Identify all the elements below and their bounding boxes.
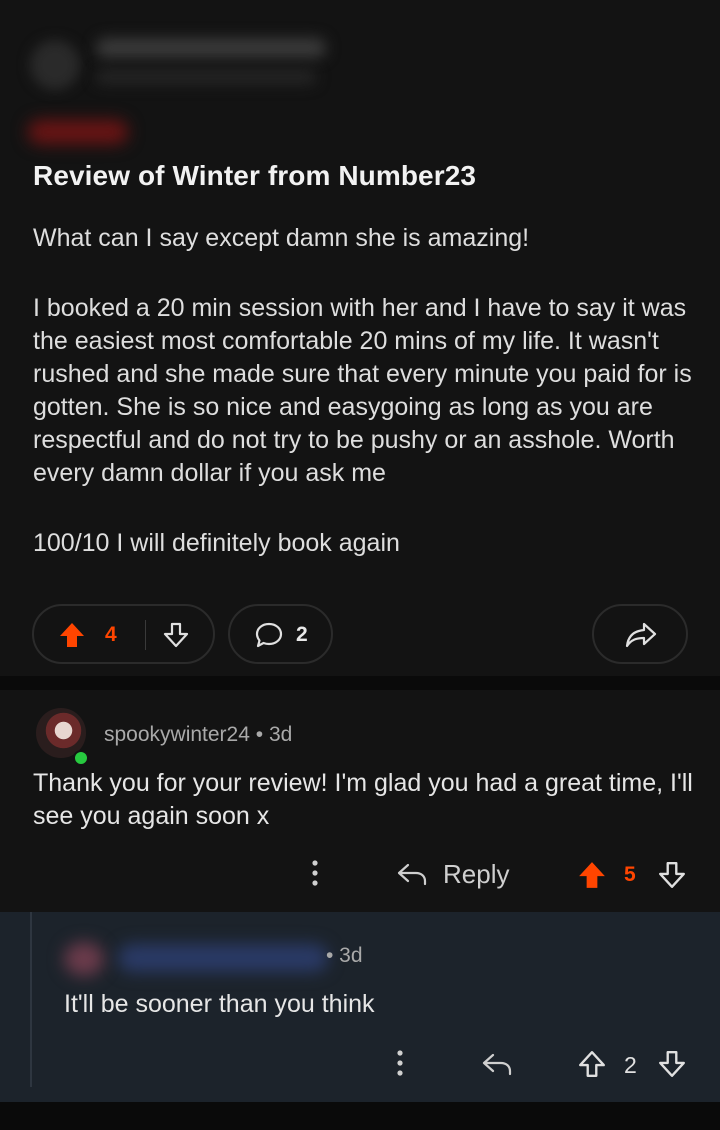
post-title: Review of Winter from Number23 [33,160,477,191]
vote-divider [145,620,146,650]
post-paragraph: 100/10 I will definitely book again [33,529,400,557]
comment-text: It'll be sooner than you think [64,990,375,1018]
downvote-icon[interactable] [162,621,190,649]
reply-arrow-icon[interactable] [481,1051,513,1077]
redacted-avatar [64,942,104,976]
share-button[interactable] [592,604,688,664]
redacted-author-line [96,70,316,84]
comment-count: 2 [296,623,308,646]
comments-button[interactable]: 2 [228,604,333,664]
upvote-filled-icon[interactable] [58,621,86,649]
post-card: Review of Winter from Number23 What can … [0,0,720,676]
bottom-spacer [0,1102,720,1130]
reply-comment: • 3d It'll be sooner than you think 2 [0,912,720,1102]
section-separator [0,676,720,690]
online-status-dot [73,750,89,766]
share-arrow-icon [624,621,658,649]
redacted-username [118,944,328,972]
comment-bubble-icon [254,621,284,649]
upvote-filled-icon[interactable] [577,860,607,890]
post-paragraph: What can I say except damn she is amazin… [33,224,530,252]
redacted-post-header [26,30,326,150]
post-paragraph: I booked a 20 min session with her and I… [33,294,692,487]
comment-age: • 3d [255,723,293,746]
comment-vote-count: 5 [624,863,636,886]
redacted-community-name [96,38,326,58]
more-options-icon[interactable] [393,1048,407,1078]
comment-age: • 3d [326,944,363,967]
reply-arrow-icon[interactable] [396,861,428,887]
comment-text: Thank you for your review! I'm glad you … [33,769,693,830]
redacted-flair [28,120,128,144]
more-options-icon[interactable] [308,858,322,888]
redacted-avatar [30,40,80,90]
post-body: What can I say except damn she is amazin… [33,222,693,597]
downvote-icon[interactable] [657,860,687,890]
thread-line[interactable] [30,912,32,1087]
comment-username[interactable]: spookywinter24 [104,723,250,746]
comment-vote-count: 2 [624,1052,637,1078]
downvote-icon[interactable] [657,1049,687,1079]
upvote-icon[interactable] [577,1049,607,1079]
post-vote-count: 4 [105,623,117,646]
post-vote-bar: 4 [32,604,215,664]
comment: spookywinter24 • 3d Thank you for your r… [0,690,720,912]
comment-meta: spookywinter24 • 3d [104,723,292,747]
reply-button[interactable]: Reply [443,859,509,890]
